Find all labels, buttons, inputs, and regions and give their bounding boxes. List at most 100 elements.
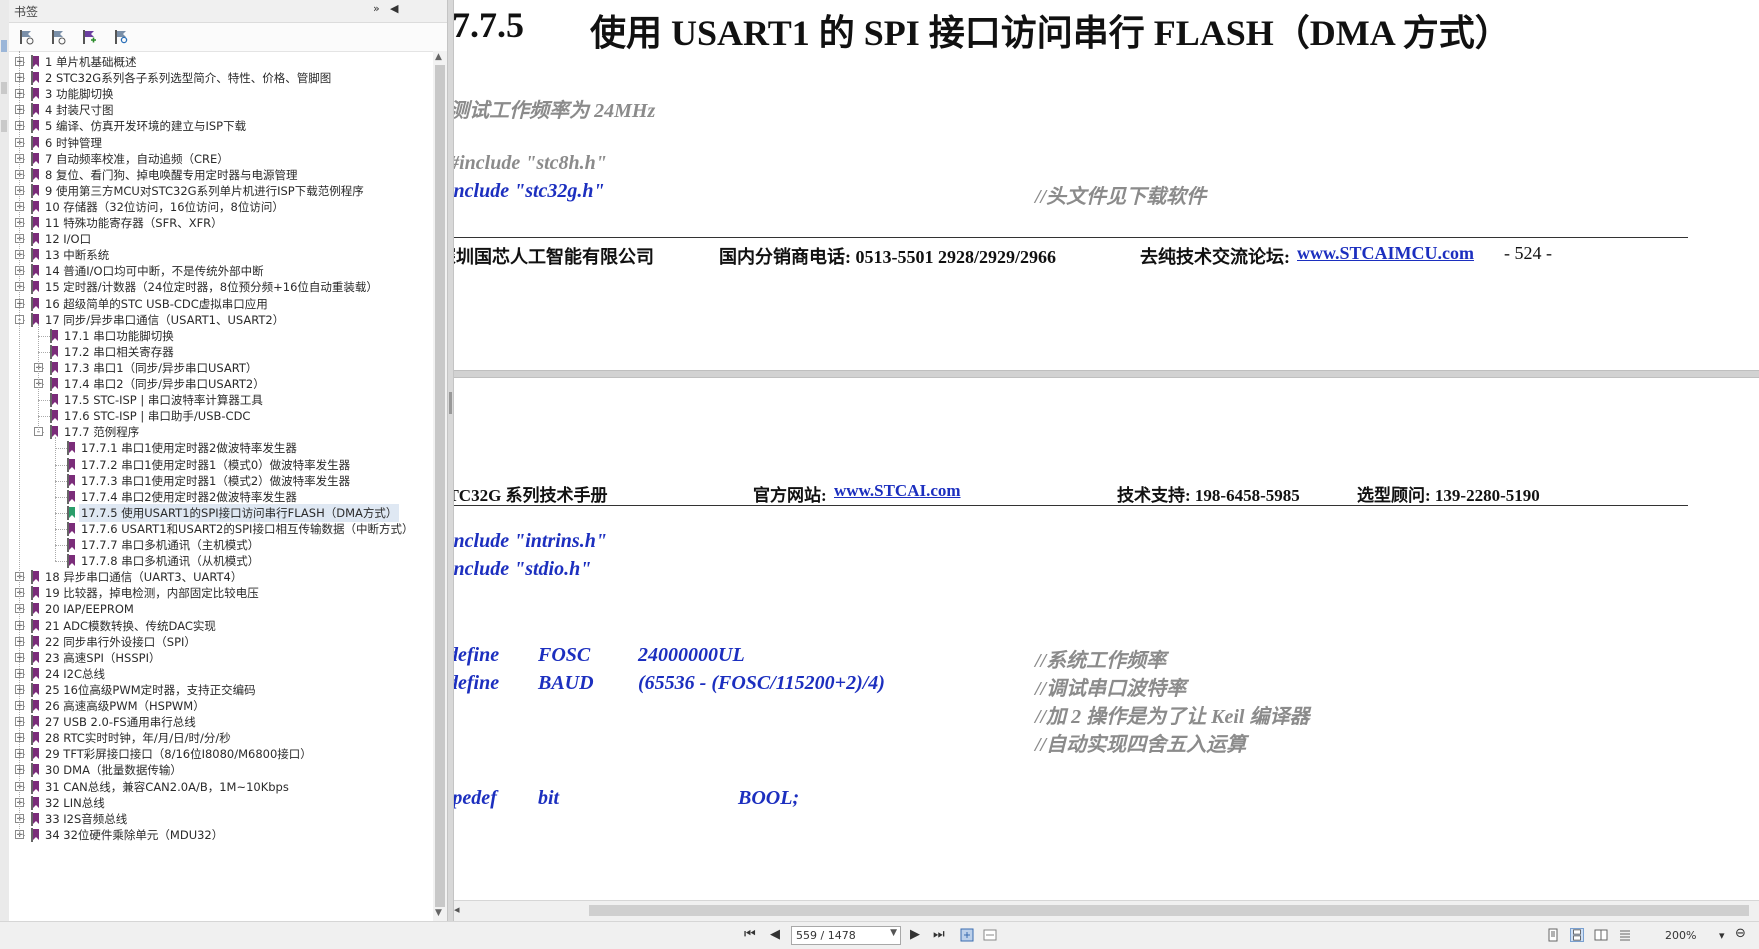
bookmark-icon [31, 119, 39, 134]
zoom-out-icon[interactable]: ⊖ [1735, 926, 1746, 941]
bookmark-icon [31, 55, 39, 69]
bookmark-item[interactable]: +34 32位硬件乘除单元（MDU32） [9, 826, 429, 844]
bookmark-panel: 书签 » ◀ +1 单片机基础概述 +2 STC32G系列各子系列选型简介、特性、… [9, 0, 447, 921]
bookmark-icon [67, 505, 75, 520]
zoom-dropdown-icon[interactable]: ▾ [1719, 929, 1725, 942]
bookmark-icon [31, 264, 39, 279]
header-manual-title: STC32G 系列技术手册 [454, 486, 608, 505]
code-value: (65536 - (FOSC/115200+2)/4) [638, 672, 885, 694]
bookmark-icon [31, 602, 39, 617]
tree-connector [38, 335, 50, 337]
bookmark-toolbar [9, 23, 447, 52]
code-comment: //#include "stc8h.h" [454, 152, 607, 174]
tree-connector [55, 496, 67, 498]
scroll-down-icon[interactable]: ▼ [435, 908, 442, 918]
bookmark-scrollbar[interactable]: ▲ ▼ [433, 51, 447, 921]
bookmark-icon [31, 666, 39, 681]
panel-collapse-button[interactable]: ◀ [390, 2, 398, 15]
footer-rule [454, 237, 1688, 238]
page-number-input[interactable]: 559 / 1478 ▼ [791, 926, 901, 945]
header-site-link[interactable]: www.STCAI.com [834, 481, 961, 501]
zoom-level[interactable]: 200% [1665, 929, 1696, 942]
first-page-button[interactable]: ⏮ [744, 927, 756, 942]
code-identifier: BOOL; [738, 787, 800, 809]
bookmark-icon [67, 441, 75, 456]
bookmark-panel-title: 书签 [14, 5, 39, 19]
continuous-view-icon[interactable] [1570, 928, 1584, 942]
last-page-button[interactable]: ⏭ [933, 927, 945, 942]
code-value: 24000000UL [638, 644, 745, 666]
tree-connector [55, 545, 67, 546]
collapse-all-icon[interactable] [49, 28, 67, 46]
chevron-down-icon[interactable]: ▼ [890, 928, 897, 938]
bookmark-icon [31, 199, 39, 214]
tree-connector [55, 480, 67, 482]
header-advisor: 选型顾问: 139-2280-5190 [1357, 486, 1540, 505]
bookmark-icon [31, 650, 39, 665]
bookmark-icon [31, 586, 39, 601]
scroll-left-icon[interactable]: ◂ [454, 903, 460, 916]
fit-width-icon[interactable] [983, 928, 997, 942]
bookmark-icon [31, 167, 39, 182]
next-page-button[interactable]: ▶ [910, 927, 920, 942]
bookmark-icon [31, 747, 39, 762]
pane-tab-bookmarks[interactable] [1, 40, 7, 52]
find-bookmark-icon[interactable] [112, 28, 130, 46]
tree-connector [38, 400, 50, 402]
bookmark-icon [31, 634, 39, 649]
scroll-up-icon[interactable]: ▲ [435, 52, 442, 62]
fit-page-icon[interactable] [960, 928, 974, 942]
scrollbar-thumb[interactable] [435, 65, 445, 907]
add-bookmark-icon[interactable] [80, 28, 98, 46]
code-comment: //测试工作频率为 24MHz [454, 100, 656, 122]
single-page-view-icon[interactable] [1546, 928, 1560, 942]
code-comment: //加 2 操作是为了让 Keil 编译器 [1035, 706, 1310, 728]
bookmark-icon [31, 795, 39, 810]
bookmark-tree: +1 单片机基础概述 +2 STC32G系列各子系列选型简介、特性、价格、管脚图 +… [9, 51, 431, 921]
hscrollbar-thumb[interactable] [589, 905, 1749, 916]
bookmark-icon [31, 811, 39, 826]
tree-guide-line [19, 51, 20, 835]
continuous-facing-view-icon[interactable] [1618, 928, 1632, 942]
bookmark-icon [50, 360, 58, 375]
code-keyword: typedef [454, 787, 497, 809]
pane-tab-pages[interactable] [1, 82, 7, 94]
facing-view-icon[interactable] [1594, 928, 1608, 942]
code-identifier: BAUD [538, 672, 594, 694]
tree-connector [55, 448, 67, 450]
header-site-label: 官方网站: [753, 486, 827, 505]
code-comment: //系统工作频率 [1035, 650, 1167, 672]
bookmark-icon [31, 763, 39, 778]
code-comment: //头文件见下载软件 [1035, 186, 1207, 208]
bookmark-icon [31, 699, 39, 713]
footer-phone: 国内分销商电话: 0513-5501 2928/2929/2966 [719, 247, 1056, 267]
bookmark-panel-header: 书签 » ◀ [9, 0, 447, 23]
footer-forum-label: 去纯技术交流论坛: [1140, 247, 1290, 267]
code-include: #include "intrins.h" [454, 530, 607, 552]
header-support: 技术支持: 198-6458-5985 [1117, 486, 1300, 505]
bookmark-icon [31, 682, 39, 697]
panel-splitter[interactable] [447, 0, 454, 921]
tree-connector [38, 416, 50, 418]
footer-forum-link[interactable]: www.STCAIMCU.com [1297, 243, 1474, 264]
code-comment: //自动实现四舍五入运算 [1035, 734, 1247, 756]
bookmark-icon [67, 538, 75, 552]
footer-page-number: - 524 - [1504, 243, 1552, 263]
bookmark-icon [31, 151, 39, 166]
code-include: #include "stc32g.h" [454, 180, 605, 202]
bookmark-icon [31, 280, 39, 295]
bookmark-icon [67, 473, 75, 488]
code-comment: //调试串口波特率 [1035, 678, 1187, 700]
expand-all-icon[interactable] [17, 28, 35, 46]
bookmark-label: 34 32位硬件乘除单元（MDU32） [45, 827, 224, 842]
status-bar: ⏮ ◀ 559 / 1478 ▼ ▶ ⏭ 200% ▾ ⊖ [0, 921, 1759, 949]
prev-page-button[interactable]: ◀ [770, 927, 780, 942]
tree-guide-line [38, 324, 39, 433]
panel-expand-button[interactable]: » [373, 2, 380, 15]
document-hscrollbar[interactable]: ◂ [454, 900, 1759, 921]
bookmark-icon [31, 216, 39, 230]
header-rule [454, 505, 1688, 506]
splitter-grip[interactable] [449, 392, 452, 414]
bookmark-icon [31, 232, 39, 247]
pane-tab-attachments[interactable] [1, 120, 7, 132]
